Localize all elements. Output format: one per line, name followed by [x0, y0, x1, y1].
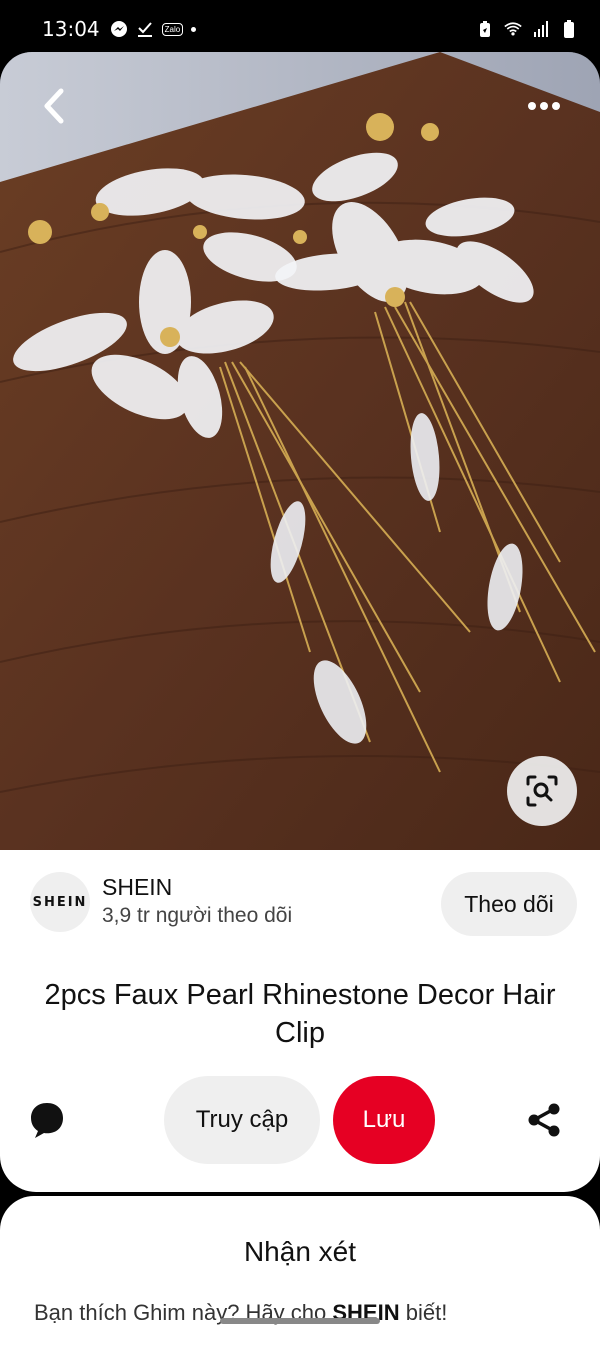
follow-button[interactable]: Theo dõi [441, 872, 577, 936]
comment-icon[interactable] [28, 1100, 66, 1140]
notification-dot [191, 26, 197, 32]
signal-icon [532, 20, 550, 38]
back-button[interactable] [34, 86, 74, 126]
share-icon[interactable] [526, 1102, 562, 1138]
creator-row: SHEIN SHEIN 3,9 tr người theo dõi Theo d… [0, 870, 600, 940]
home-indicator[interactable] [220, 1318, 380, 1324]
battery-saver-icon [476, 20, 494, 38]
wifi-icon [504, 20, 522, 38]
action-bar: Truy cập Lưu [0, 1076, 600, 1164]
more-icon [528, 102, 536, 110]
status-left-icons: Zalo [110, 20, 197, 38]
visual-search-button[interactable] [507, 756, 577, 826]
comments-card: Nhận xét Bạn thích Ghim này? Hãy cho SHE… [0, 1196, 600, 1356]
status-bar: 13:04 Zalo [0, 0, 600, 58]
more-options-button[interactable] [524, 94, 564, 118]
pin-title: 2pcs Faux Pearl Rhinestone Decor Hair Cl… [44, 979, 556, 1049]
follower-count: 3,9 tr người theo dõi [102, 904, 293, 927]
download-check-icon [136, 20, 154, 38]
pin-image[interactable] [0, 52, 600, 850]
messenger-icon [110, 20, 128, 38]
pin-card: SHEIN SHEIN 3,9 tr người theo dõi Theo d… [0, 52, 600, 1192]
save-button[interactable]: Lưu [333, 1076, 435, 1164]
battery-icon [560, 20, 578, 38]
visual-search-icon [526, 775, 558, 807]
comments-title: Nhận xét [243, 1236, 357, 1267]
status-right-icons [476, 20, 578, 38]
hair-clip-photo [0, 52, 600, 850]
status-time: 13:04 [42, 17, 100, 41]
zalo-icon: Zalo [161, 22, 184, 36]
visit-button[interactable]: Truy cập [164, 1076, 320, 1164]
comments-prompt-suffix: biết! [399, 1300, 448, 1325]
creator-name[interactable]: SHEIN [102, 874, 172, 901]
back-icon [44, 88, 64, 124]
avatar[interactable]: SHEIN [30, 872, 90, 932]
